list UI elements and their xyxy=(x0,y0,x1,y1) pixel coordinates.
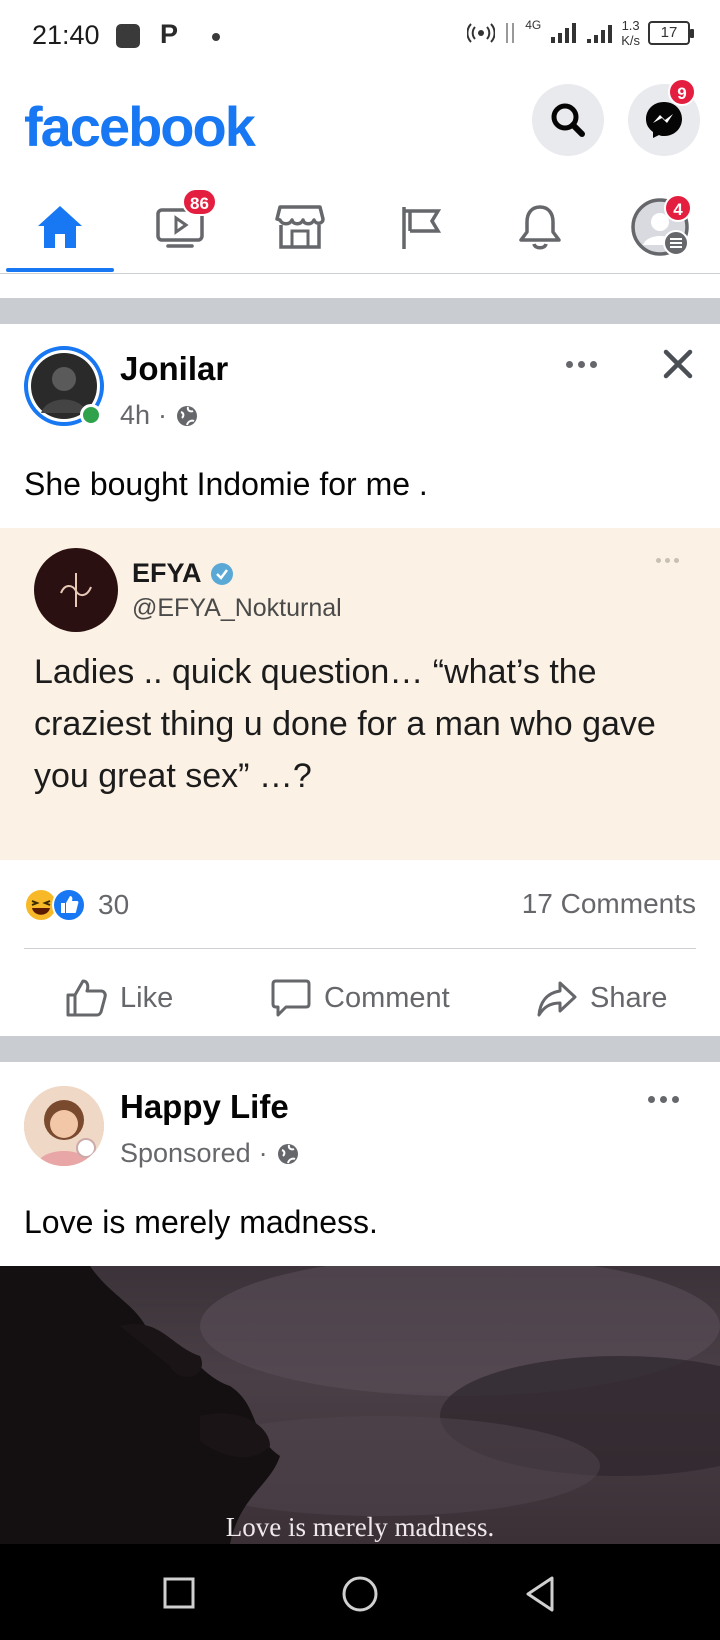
feed-divider-2 xyxy=(0,1036,720,1062)
flag-icon xyxy=(402,207,442,249)
home-icon xyxy=(38,206,82,248)
sponsor-meta: Sponsored · xyxy=(120,1138,300,1169)
more-dot xyxy=(672,1096,679,1103)
more-icon xyxy=(566,360,597,368)
notification-square-icon xyxy=(116,24,140,48)
sponsor-name[interactable]: Happy Life xyxy=(120,1088,289,1126)
search-button[interactable] xyxy=(532,84,604,156)
recents-icon[interactable] xyxy=(162,1576,196,1610)
more-dot xyxy=(660,1096,667,1103)
home-nav-icon[interactable] xyxy=(340,1574,380,1614)
battery-level: 17 xyxy=(660,24,678,41)
carrier-icon: P xyxy=(160,19,179,49)
back-icon[interactable] xyxy=(522,1574,558,1614)
feed-divider xyxy=(0,298,720,324)
tweet-handle: @EFYA_Nokturnal xyxy=(132,594,342,622)
online-status-icon xyxy=(80,404,102,426)
status-time: 21:40 xyxy=(32,20,100,50)
post-time[interactable]: 4h xyxy=(120,400,150,431)
sky-tree-image xyxy=(0,1266,720,1544)
like-icon xyxy=(66,979,107,1017)
tab-marketplace[interactable] xyxy=(240,182,360,272)
share-label: Share xyxy=(590,981,668,1014)
post-options-button[interactable] xyxy=(566,352,602,376)
sponsor-avatar-image xyxy=(24,1086,104,1166)
sponsor-text: Love is merely madness. xyxy=(24,1204,378,1240)
image-caption: Love is merely madness. xyxy=(225,1512,495,1542)
watch-badge: 86 xyxy=(182,188,217,216)
sponsored-label[interactable]: Sponsored xyxy=(120,1138,251,1169)
sponsor-avatar[interactable] xyxy=(24,1086,104,1166)
meta-separator-2: · xyxy=(258,1138,268,1168)
share-icon xyxy=(537,981,577,1017)
comments-count[interactable]: 17 Comments xyxy=(522,888,696,920)
tweet-text: Ladies .. quick question… “what’s the cr… xyxy=(34,653,656,795)
globe-icon-2 xyxy=(277,1143,298,1164)
sponsor-image[interactable]: Love is merely madness. xyxy=(0,1266,720,1544)
meta-separator: · xyxy=(158,400,168,430)
verified-icon xyxy=(210,562,233,585)
status-dot-icon xyxy=(212,33,220,41)
sponsor-options-button[interactable] xyxy=(648,1096,679,1103)
like-button[interactable]: Like xyxy=(64,968,173,1028)
tab-watch[interactable]: 86 xyxy=(120,182,240,272)
tab-home[interactable] xyxy=(0,182,120,272)
close-icon[interactable] xyxy=(660,346,696,382)
post-author[interactable]: Jonilar xyxy=(120,350,228,388)
messenger-button[interactable]: 9 xyxy=(628,78,700,156)
bell-icon xyxy=(519,205,561,250)
data-transfer-icon xyxy=(506,23,515,43)
battery-icon: 17 xyxy=(648,21,694,45)
comment-label: Comment xyxy=(324,981,450,1014)
tab-bar: 86 4 xyxy=(0,182,720,274)
messenger-badge: 9 xyxy=(668,78,696,106)
post-text: She bought Indomie for me . xyxy=(24,466,428,502)
like-reaction-icon xyxy=(52,888,86,922)
shared-tweet-image[interactable]: EFYA @EFYA_Nokturnal Ladies .. quick que… xyxy=(0,528,720,860)
search-icon xyxy=(551,103,585,137)
tweet-name-row: EFYA xyxy=(132,558,234,589)
comment-icon xyxy=(271,979,311,1017)
network-speed: 1.3 K/s xyxy=(621,18,640,48)
tweet-more-icon xyxy=(656,558,679,563)
network-type: 4G xyxy=(525,18,542,32)
app-header: facebook 9 xyxy=(0,72,720,182)
more-dot xyxy=(648,1096,655,1103)
menu-badge: 4 xyxy=(664,194,692,222)
share-button[interactable]: Share xyxy=(536,968,667,1028)
comment-button[interactable]: Comment xyxy=(270,968,450,1028)
reactions-count: 30 xyxy=(98,889,130,920)
actions-divider xyxy=(24,948,696,949)
tweet-avatar xyxy=(34,548,118,632)
status-bar: 21:40 P 4G 1.3 K/s 17 xyxy=(0,0,720,72)
signal-icon xyxy=(551,23,577,43)
signal-icon-2 xyxy=(587,25,613,43)
reactions-summary[interactable]: 30 xyxy=(24,888,129,922)
system-nav-bar xyxy=(0,1544,720,1640)
speed-value: 1.3 xyxy=(621,18,640,33)
speed-unit: K/s xyxy=(621,33,640,48)
post-meta: 4h · xyxy=(120,400,199,431)
tweet-name: EFYA xyxy=(132,558,202,588)
tab-notifications[interactable] xyxy=(480,182,600,272)
marketplace-icon xyxy=(275,205,325,249)
facebook-logo[interactable]: facebook xyxy=(24,94,256,159)
efya-logo-icon xyxy=(60,573,92,607)
status-right: 4G 1.3 K/s 17 xyxy=(467,18,694,48)
hotspot-icon xyxy=(467,23,496,43)
tab-menu[interactable]: 4 xyxy=(600,182,720,272)
tab-pages[interactable] xyxy=(360,182,480,272)
like-label: Like xyxy=(120,981,174,1014)
globe-icon xyxy=(177,405,198,426)
